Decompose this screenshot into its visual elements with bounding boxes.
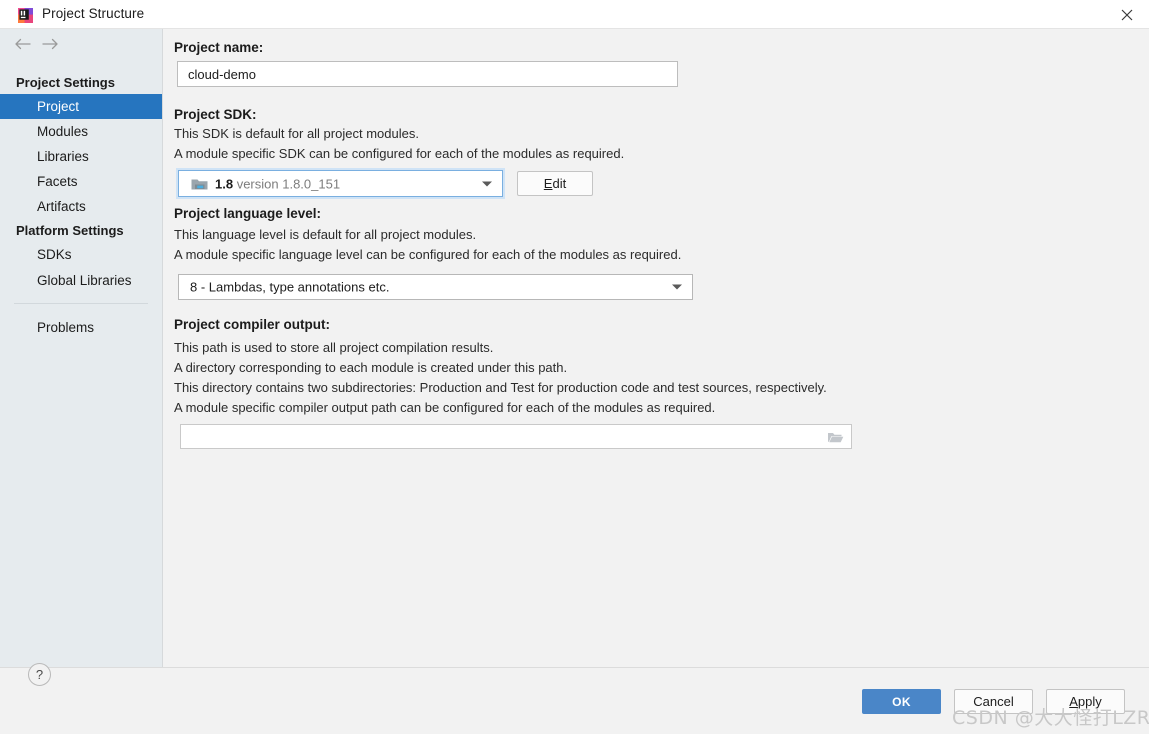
help-button[interactable]: ? — [28, 663, 51, 686]
project-name-input[interactable]: cloud-demo — [177, 61, 678, 87]
sidebar-divider — [14, 303, 148, 304]
apply-mnemonic: A — [1069, 694, 1078, 709]
edit-sdk-button[interactable]: Edit — [517, 171, 593, 196]
sidebar-item-sdks[interactable]: SDKs — [0, 242, 162, 267]
intellij-idea-icon — [18, 8, 33, 23]
sidebar-item-label: Facets — [0, 174, 78, 189]
language-level-dropdown[interactable]: 8 - Lambdas, type annotations etc. — [178, 274, 693, 300]
project-name-value: cloud-demo — [178, 67, 256, 82]
cancel-button-label: Cancel — [973, 694, 1013, 709]
edit-sdk-button-label: Edit — [544, 176, 566, 191]
close-icon[interactable] — [1105, 0, 1149, 29]
sidebar-item-label: Artifacts — [0, 199, 86, 214]
arrow-left-icon[interactable] — [10, 33, 34, 55]
sidebar-item-label: Modules — [0, 124, 88, 139]
project-sdk-desc-1: This SDK is default for all project modu… — [174, 126, 419, 141]
project-sdk-dropdown[interactable]: 1.8 version 1.8.0_151 — [178, 170, 503, 197]
compiler-output-label: Project compiler output: — [174, 317, 330, 332]
sidebar-item-label: Global Libraries — [0, 273, 132, 288]
sidebar-item-modules[interactable]: Modules — [0, 119, 162, 144]
sidebar-item-label: Project — [0, 99, 79, 114]
project-settings-panel: Project name: cloud-demo Project SDK: Th… — [164, 29, 1149, 667]
sidebar-item-label: SDKs — [0, 247, 72, 262]
compiler-output-desc-3: This directory contains two subdirectori… — [174, 380, 827, 395]
language-level-value: 8 - Lambdas, type annotations etc. — [190, 280, 389, 295]
ok-button[interactable]: OK — [862, 689, 941, 714]
language-level-label: Project language level: — [174, 206, 321, 221]
language-level-desc-2: A module specific language level can be … — [174, 247, 681, 262]
sidebar-item-artifacts[interactable]: Artifacts — [0, 194, 162, 219]
project-name-label: Project name: — [174, 40, 263, 55]
edit-mnemonic: E — [544, 176, 553, 191]
language-level-desc-1: This language level is default for all p… — [174, 227, 476, 242]
sidebar-item-label: Problems — [0, 320, 94, 335]
apply-button-label: Apply — [1069, 694, 1102, 709]
arrow-right-icon[interactable] — [38, 33, 62, 55]
apply-button[interactable]: Apply — [1046, 689, 1125, 714]
compiler-output-desc-4: A module specific compiler output path c… — [174, 400, 715, 415]
project-sdk-label: Project SDK: — [174, 107, 257, 122]
sidebar-item-libraries[interactable]: Libraries — [0, 144, 162, 169]
project-sdk-desc-2: A module specific SDK can be configured … — [174, 146, 624, 161]
window-title: Project Structure — [42, 6, 144, 21]
project-structure-dialog: Project Structure Project Settings Pro — [0, 0, 1149, 734]
settings-sidebar: Project Settings Project Modules Librari… — [0, 29, 163, 667]
chevron-down-icon — [672, 285, 682, 290]
nav-toolbar — [0, 29, 162, 59]
sidebar-item-project[interactable]: Project — [0, 94, 162, 119]
compiler-output-desc-1: This path is used to store all project c… — [174, 340, 493, 355]
help-button-label: ? — [36, 667, 43, 682]
title-bar: Project Structure — [0, 0, 1149, 29]
folder-open-icon[interactable] — [825, 428, 845, 446]
compiler-output-desc-2: A directory corresponding to each module… — [174, 360, 567, 375]
project-sdk-version: version 1.8.0_151 — [237, 176, 340, 191]
project-sdk-value: 1.8 version 1.8.0_151 — [215, 176, 340, 191]
sidebar-item-facets[interactable]: Facets — [0, 169, 162, 194]
sidebar-item-label: Libraries — [0, 149, 89, 164]
compiler-output-input[interactable] — [180, 424, 852, 449]
sidebar-item-problems[interactable]: Problems — [0, 315, 162, 340]
sidebar-group-platform-settings: Platform Settings — [16, 223, 124, 238]
cancel-button[interactable]: Cancel — [954, 689, 1033, 714]
jdk-folder-icon — [191, 177, 208, 191]
chevron-down-icon — [482, 181, 492, 186]
sidebar-group-project-settings: Project Settings — [16, 75, 115, 90]
project-sdk-name: 1.8 — [215, 176, 233, 191]
sidebar-item-global-libraries[interactable]: Global Libraries — [0, 268, 162, 293]
ok-button-label: OK — [892, 695, 911, 709]
